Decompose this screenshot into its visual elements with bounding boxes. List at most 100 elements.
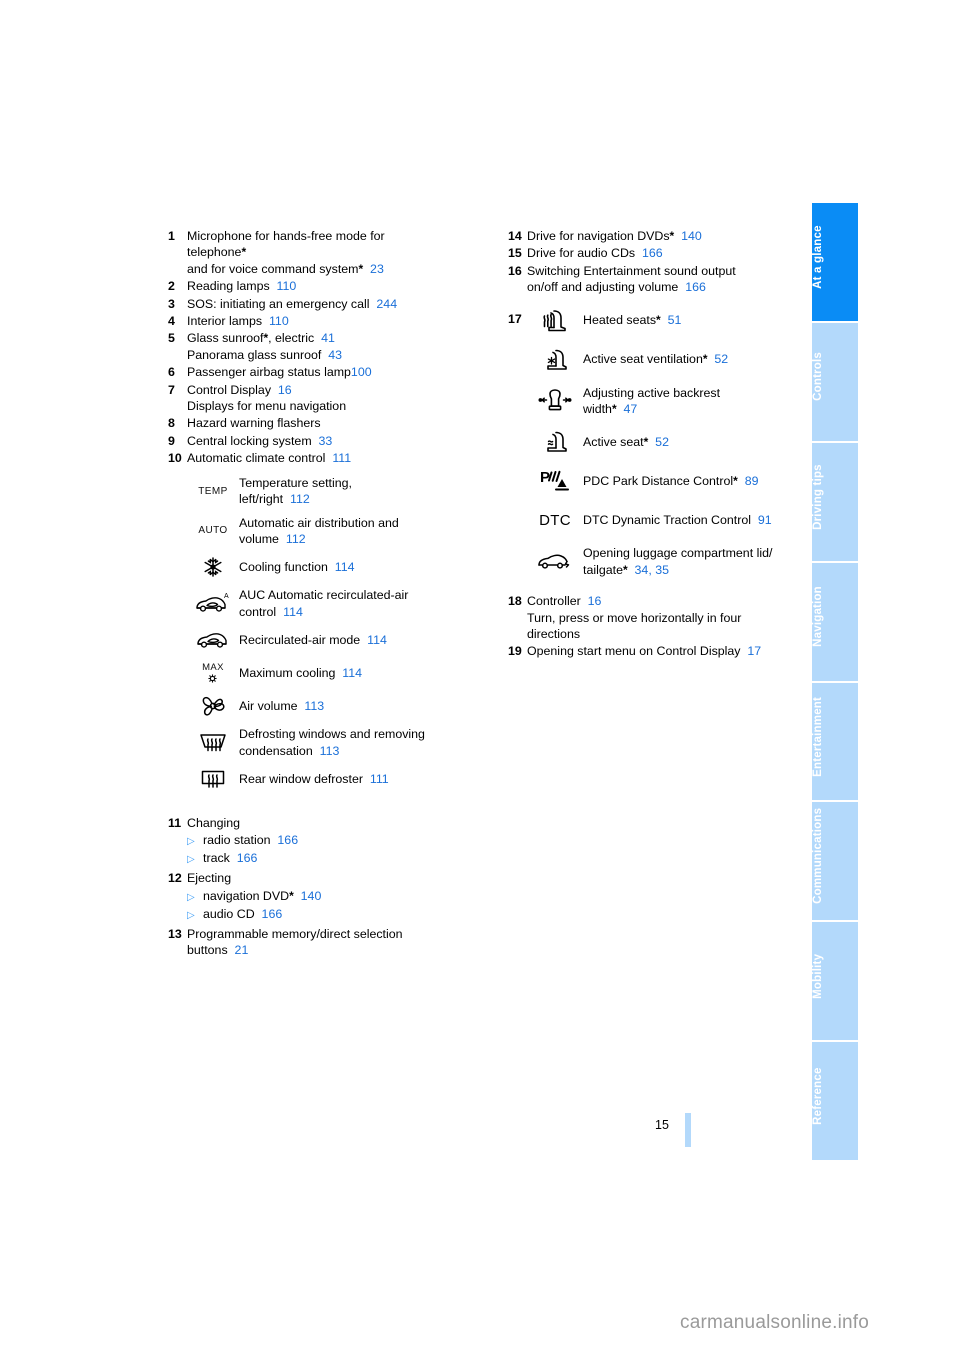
legend-line: Displays for menu navigation <box>187 399 347 414</box>
seat-ventilation-icon <box>527 347 583 373</box>
page-reference[interactable]: 114 <box>335 560 355 574</box>
legend-line: Opening luggage compartment lid/ <box>583 546 773 561</box>
legend-text: Passenger airbag status lamp100 <box>187 364 468 380</box>
icon-row-active-seat: Active seat* 52 <box>527 428 808 456</box>
page-reference[interactable]: 21 <box>235 943 249 957</box>
climate-row-text: Air volume 113 <box>239 698 468 714</box>
page-reference[interactable]: 23 <box>370 262 384 276</box>
page-reference[interactable]: 113 <box>320 744 340 758</box>
page-reference[interactable]: 91 <box>758 513 772 527</box>
page-reference[interactable]: 51 <box>668 313 682 327</box>
sidebar-tab-label: Mobility <box>812 953 824 999</box>
legend-number: 13 <box>168 926 182 941</box>
page-reference[interactable]: 33 <box>319 434 333 448</box>
legend-item-18: 18 Controller 16 Turn, press or move hor… <box>508 593 808 642</box>
page-reference[interactable]: 166 <box>685 280 706 294</box>
page-reference[interactable]: 34 <box>635 563 649 577</box>
page-reference[interactable]: 166 <box>237 850 258 867</box>
legend-line: on/off and adjusting volume <box>527 280 679 295</box>
climate-row-text: Automatic air distribution and volume 11… <box>239 515 468 548</box>
page-reference[interactable]: 35 <box>655 563 669 577</box>
page-reference[interactable]: 114 <box>283 605 303 619</box>
windshield-defrost-icon <box>187 730 239 755</box>
legend-line: Rear window defroster <box>239 771 363 786</box>
page-edge-marker <box>685 1113 691 1147</box>
legend-item-17: 17 Heated seats* 51 Active seat ventilat… <box>508 307 808 590</box>
page-reference[interactable]: 89 <box>745 474 759 488</box>
bullet-label: navigation DVD <box>203 888 290 903</box>
page-reference[interactable]: 166 <box>277 832 298 849</box>
icon-row-seat-ventilation: Active seat ventilation* 52 <box>527 346 808 374</box>
page-reference[interactable]: 166 <box>642 246 663 260</box>
page-reference[interactable]: 110 <box>269 314 289 328</box>
icon-row-text: Heated seats* 51 <box>583 312 808 328</box>
page-reference[interactable]: 140 <box>681 229 702 243</box>
sidebar-tab-at-a-glance[interactable]: At a glance <box>812 203 858 321</box>
page-reference[interactable]: 47 <box>624 402 638 416</box>
legend-number: 16 <box>508 263 522 278</box>
page-reference[interactable]: 111 <box>370 772 389 786</box>
page-reference[interactable]: 43 <box>328 348 342 362</box>
climate-row-text: Defrosting windows and removing condensa… <box>239 726 468 759</box>
icon-row-text: PDC Park Distance Control* 89 <box>583 473 808 489</box>
sidebar-tab-controls[interactable]: Controls <box>812 322 858 441</box>
legend-line: tailgate <box>583 562 623 577</box>
legend-bullet-track: ▷ track 166 <box>187 850 468 868</box>
sidebar-tab-mobility[interactable]: Mobility <box>812 922 858 1041</box>
legend-line: volume <box>239 531 279 546</box>
page-reference[interactable]: 52 <box>714 352 728 366</box>
optional-equipment-asterisk: * <box>733 474 738 489</box>
legend-line: left/right <box>239 492 284 507</box>
page-reference[interactable]: 16 <box>588 594 602 608</box>
legend-line: Passenger airbag status lamp <box>187 365 351 380</box>
page-reference[interactable]: 100 <box>351 365 372 379</box>
snowflake-icon <box>187 555 239 579</box>
legend-bullet-audio-cd: ▷ audio CD 166 <box>187 906 468 924</box>
legend-item-11: 11 Changing <box>168 815 468 831</box>
climate-row-windshield-defrost: Defrosting windows and removing condensa… <box>187 726 468 759</box>
legend-line: Automatic air distribution and <box>239 515 399 530</box>
legend-item-7: 7 Control Display 16 Displays for menu n… <box>168 382 468 415</box>
climate-row-rear-defroster: Rear window defroster 111 <box>187 766 468 792</box>
page-reference[interactable]: 140 <box>301 888 322 905</box>
legend-text: SOS: initiating an emergency call 244 <box>187 296 468 312</box>
page-reference[interactable]: 52 <box>655 435 669 449</box>
sidebar-tab-driving-tips[interactable]: Driving tips <box>812 442 858 561</box>
page-reference[interactable]: 17 <box>747 644 761 658</box>
legend-number: 1 <box>168 229 175 243</box>
legend-line: Switching Entertainment sound output <box>527 263 736 278</box>
page-reference[interactable]: 110 <box>277 279 297 293</box>
legend-line: Drive for navigation DVDs <box>527 229 670 243</box>
legend-line: Opening start menu on Control Display <box>527 644 741 659</box>
climate-row-temperature: TEMP Temperature setting, left/right 112 <box>187 475 468 508</box>
legend-number: 12 <box>168 871 182 886</box>
page-reference[interactable]: 16 <box>278 383 292 397</box>
legend-number: 8 <box>168 416 175 431</box>
sidebar-tab-navigation[interactable]: Navigation <box>812 562 858 681</box>
page-reference[interactable]: 112 <box>290 492 310 506</box>
legend-number: 19 <box>508 644 522 659</box>
legend-line: Maximum cooling <box>239 665 336 680</box>
page-reference[interactable]: 244 <box>376 297 397 311</box>
page-reference[interactable]: 112 <box>286 532 306 546</box>
page-reference[interactable]: 113 <box>304 699 324 713</box>
page-reference[interactable]: 166 <box>262 906 283 923</box>
icon-row-pdc: P PDC Park Distance Control* 89 <box>527 467 808 495</box>
page-reference[interactable]: 41 <box>321 331 335 345</box>
sidebar-tab-communications[interactable]: Communications <box>812 802 858 921</box>
legend-number: 11 <box>168 815 182 830</box>
sidebar-tab-reference[interactable]: Reference <box>812 1042 858 1160</box>
page-reference[interactable]: 114 <box>342 666 362 680</box>
legend-line: Glass sunroof <box>187 331 264 346</box>
climate-row-recirculation: Recirculated-air mode 114 <box>187 627 468 653</box>
legend-number: 14 <box>508 229 522 243</box>
dtc-icon: DTC <box>527 512 583 529</box>
pdc-icon: P <box>527 468 583 494</box>
optional-equipment-asterisk: * <box>669 229 675 243</box>
sidebar-tab-entertainment[interactable]: Entertainment <box>812 682 858 801</box>
legend-item-19: 19 Opening start menu on Control Display… <box>508 643 808 659</box>
legend-item-10: 10 Automatic climate control 111 <box>168 450 468 466</box>
page-reference[interactable]: 114 <box>367 633 387 647</box>
page-reference[interactable]: 111 <box>332 451 351 465</box>
